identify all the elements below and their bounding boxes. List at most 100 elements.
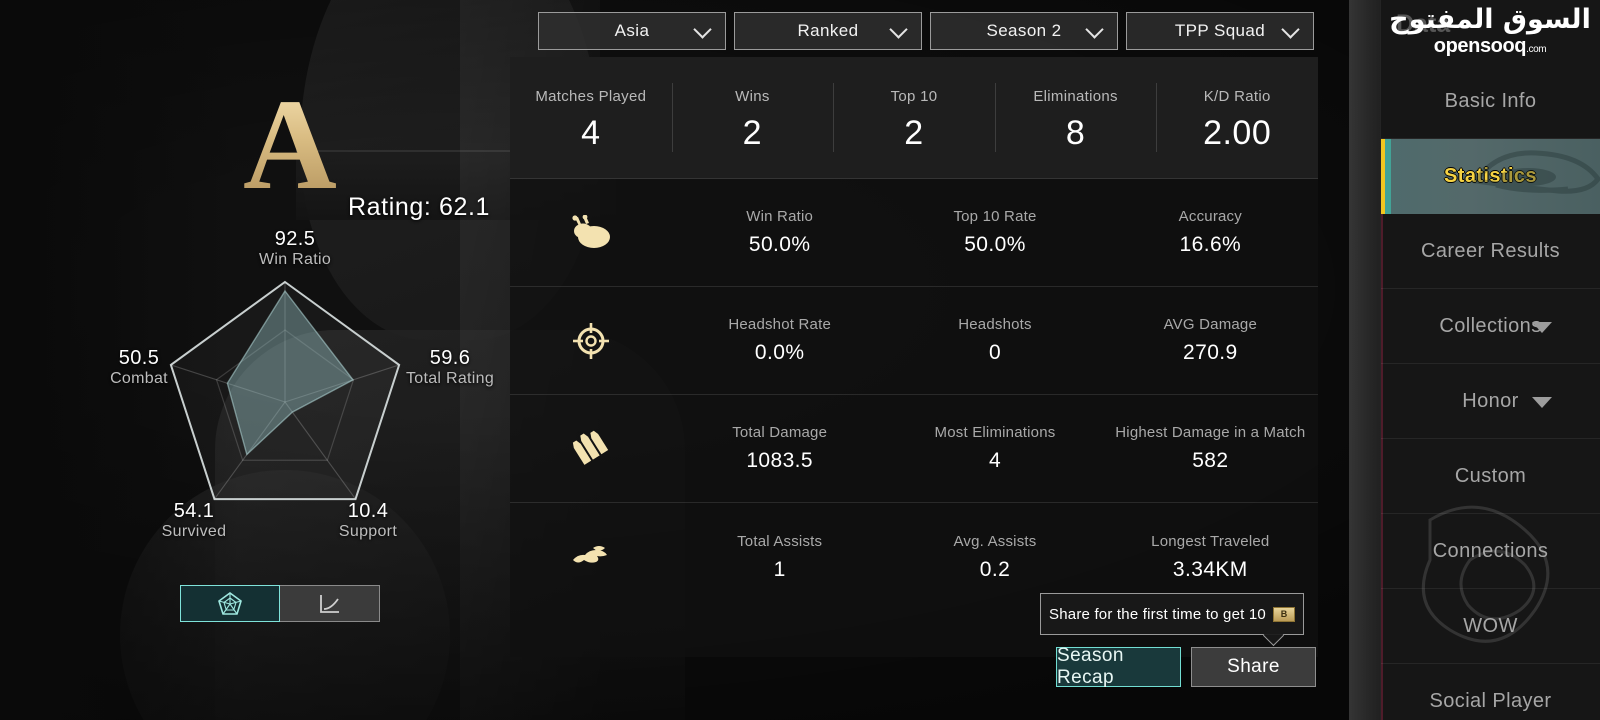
summary-top-10: Top 10 2 [833,57,995,178]
radar-label-survived: 54.1 Survived [161,500,227,540]
stat-most-eliminations: Most Eliminations 4 [887,395,1102,502]
filter-season[interactable]: Season 2 [930,12,1118,50]
stat-row-win: Win Ratio 50.0% Top 10 Rate 50.0% Accura… [510,179,1318,287]
summary-label: K/D Ratio [1203,87,1271,105]
pentagon-radar-icon [218,591,242,615]
pentagon-radar-toggle[interactable] [180,585,280,622]
summary-matches-played: Matches Played 4 [510,57,672,178]
chevron-down-icon [889,20,908,39]
filter-region-label: Asia [614,21,650,40]
crosshair-scope-icon [510,321,672,361]
ghost-text: Data [1396,10,1451,38]
stat-label: Avg. Assists [953,532,1037,550]
stat-value: 0 [988,341,1002,364]
summary-value: 2 [742,113,763,152]
voucher-glyph: B [1280,609,1288,619]
tooltip-text: Share for the first time to get 10 [1049,605,1266,623]
chevron-down-icon [1532,322,1552,333]
summary-row: Matches Played 4 Wins 2 Top 10 2 Elimina… [510,57,1318,179]
stat-label: Total Assists [737,532,823,550]
stat-value: 0.2 [979,557,1011,581]
stat-row-damage: Total Damage 1083.5 Most Eliminations 4 … [510,395,1318,503]
sidebar-nav: Basic Info Statistics Career Results Col… [1381,64,1600,720]
filter-season-label: Season 2 [986,21,1062,40]
watermark-english: opensooq.com [1434,35,1547,61]
stat-label: Most Eliminations [934,424,1056,441]
stat-label: Win Ratio [746,208,814,225]
stat-highest-damage: Highest Damage in a Match 582 [1103,395,1318,502]
stat-headshot-rate: Headshot Rate 0.0% [672,287,887,394]
stat-value: 16.6% [1179,233,1242,256]
chevron-down-icon [693,20,712,39]
sidebar-rail [1349,0,1381,720]
summary-value: 2 [904,113,924,152]
grade-letter: A [243,73,337,217]
stat-total-assists: Total Assists 1 [672,503,887,611]
bullets-icon [510,430,672,468]
season-recap-button[interactable]: Season Recap [1056,645,1181,688]
stat-label: Top 10 Rate [953,208,1037,225]
stat-value: 270.9 [1183,341,1238,364]
filter-perspective[interactable]: TPP Squad [1126,12,1314,50]
filter-perspective-label: TPP Squad [1174,21,1266,40]
helping-hand-icon [510,541,672,573]
sidebar-item-label: Statistics [1444,165,1537,187]
stat-value: 0.0% [754,341,805,364]
stat-value: 50.0% [964,233,1026,256]
stat-value: 1 [773,557,786,581]
summary-eliminations: Eliminations 8 [994,57,1157,178]
line-chart-icon [319,594,339,613]
filter-region[interactable]: Asia [538,12,726,50]
stat-avg-damage: AVG Damage 270.9 [1103,287,1318,394]
action-button-group: Season Recap Share [1056,645,1316,688]
share-reward-tooltip: Share for the first time to get 10 B [1040,593,1304,635]
stat-label: AVG Damage [1163,316,1258,333]
sidebar-item-social-player[interactable]: Social Player [1381,664,1600,720]
stat-label: Total Damage [732,424,828,441]
sidebar-item-collections[interactable]: Collections [1381,289,1600,364]
voucher-icon: B [1272,606,1295,622]
line-chart-toggle[interactable] [280,585,380,622]
stat-value: 4 [988,449,1002,472]
filter-mode-label: Ranked [797,21,859,40]
statistics-panel: Matches Played 4 Wins 2 Top 10 2 Elimina… [510,57,1318,657]
sidebar-item-wow[interactable]: WOW [1381,589,1600,664]
summary-label: Wins [735,87,770,105]
stat-label: Headshots [958,316,1032,333]
radar-label-win-ratio: 92.5 Win Ratio [258,228,332,268]
stat-fields: Total Damage 1083.5 Most Eliminations 4 … [672,395,1318,502]
sidebar-item-label: Honor [1462,389,1519,412]
right-sidebar: Basic Info Statistics Career Results Col… [1349,0,1600,720]
stat-win-ratio: Win Ratio 50.0% [672,179,887,286]
radar-chart: 92.5 Win Ratio 59.6 Total Rating 10.4 Su… [95,228,495,562]
stat-accuracy: Accuracy 16.6% [1103,179,1318,286]
share-button[interactable]: Share [1191,647,1316,687]
chevron-down-icon [1281,20,1300,39]
chicken-dinner-icon [510,214,672,251]
sidebar-item-honor[interactable]: Honor [1381,364,1600,439]
sidebar-item-statistics[interactable]: Statistics [1381,139,1600,214]
filter-mode[interactable]: Ranked [734,12,922,50]
chart-type-toggle-group [180,585,380,622]
summary-wins: Wins 2 [671,57,834,178]
stat-value: 50.0% [748,233,811,256]
stat-label: Accuracy [1178,208,1242,225]
stat-value: 1083.5 [746,449,813,472]
sidebar-item-career-results[interactable]: Career Results [1381,214,1600,289]
sidebar-item-custom[interactable]: Custom [1381,439,1600,514]
summary-value: 4 [581,113,601,152]
stat-total-damage: Total Damage 1083.5 [672,395,887,502]
stat-value: 3.34KM [1172,557,1248,581]
radar-label-combat: 50.5 Combat [110,347,168,387]
stat-top-10-rate: Top 10 Rate 50.0% [887,179,1102,286]
filter-bar: Asia Ranked Season 2 TPP Squad [538,12,1314,50]
summary-label: Matches Played [535,87,647,105]
stat-label: Longest Traveled [1151,532,1270,550]
stat-label: Highest Damage in a Match [1115,424,1306,441]
sidebar-item-basic-info[interactable]: Basic Info [1381,64,1600,139]
stat-value: 582 [1192,449,1229,472]
stat-fields: Win Ratio 50.0% Top 10 Rate 50.0% Accura… [672,179,1318,286]
summary-value: 2.00 [1203,113,1272,152]
stat-headshots: Headshots 0 [887,287,1102,394]
sidebar-item-connections[interactable]: Connections [1381,514,1600,589]
